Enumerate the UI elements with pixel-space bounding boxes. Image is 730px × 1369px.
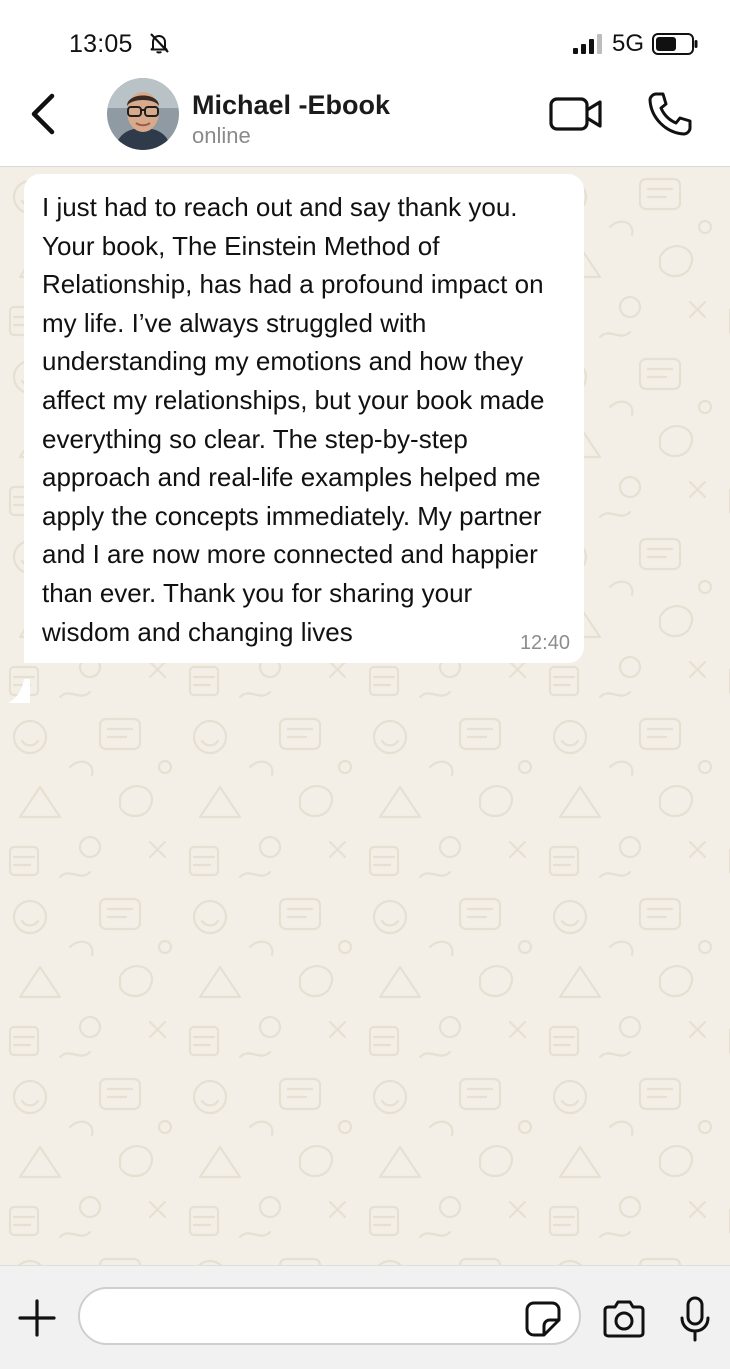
contact-status: online: [192, 123, 251, 148]
status-time: 13:05: [69, 30, 133, 58]
camera-icon[interactable]: [601, 1300, 647, 1338]
bell-slash-icon: [150, 33, 169, 54]
message-bubble[interactable]: I just had to reach out and say thank yo…: [24, 174, 584, 664]
status-bar: 13:05 5G: [0, 0, 730, 76]
input-bar: [0, 1265, 730, 1369]
chat-area[interactable]: I just had to reach out and say thank yo…: [0, 167, 730, 1265]
message-input[interactable]: [78, 1287, 581, 1345]
message-text: I just had to reach out and say thank yo…: [42, 192, 545, 647]
sticker-icon[interactable]: [524, 1300, 562, 1338]
video-camera-icon[interactable]: [548, 92, 604, 136]
message-time: 12:40: [519, 632, 570, 655]
plus-icon[interactable]: [17, 1298, 57, 1338]
signal-icon: [573, 34, 602, 54]
battery-icon: [652, 33, 698, 55]
bubble-tail: [8, 679, 30, 703]
contact-name[interactable]: Michael -Ebook: [192, 90, 390, 121]
microphone-icon[interactable]: [678, 1296, 712, 1342]
chat-header: Michael -Ebook online: [0, 76, 730, 168]
avatar[interactable]: [107, 78, 179, 150]
chevron-left-icon[interactable]: [24, 90, 64, 138]
phone-icon[interactable]: [646, 90, 694, 138]
network-label: 5G: [612, 30, 645, 57]
